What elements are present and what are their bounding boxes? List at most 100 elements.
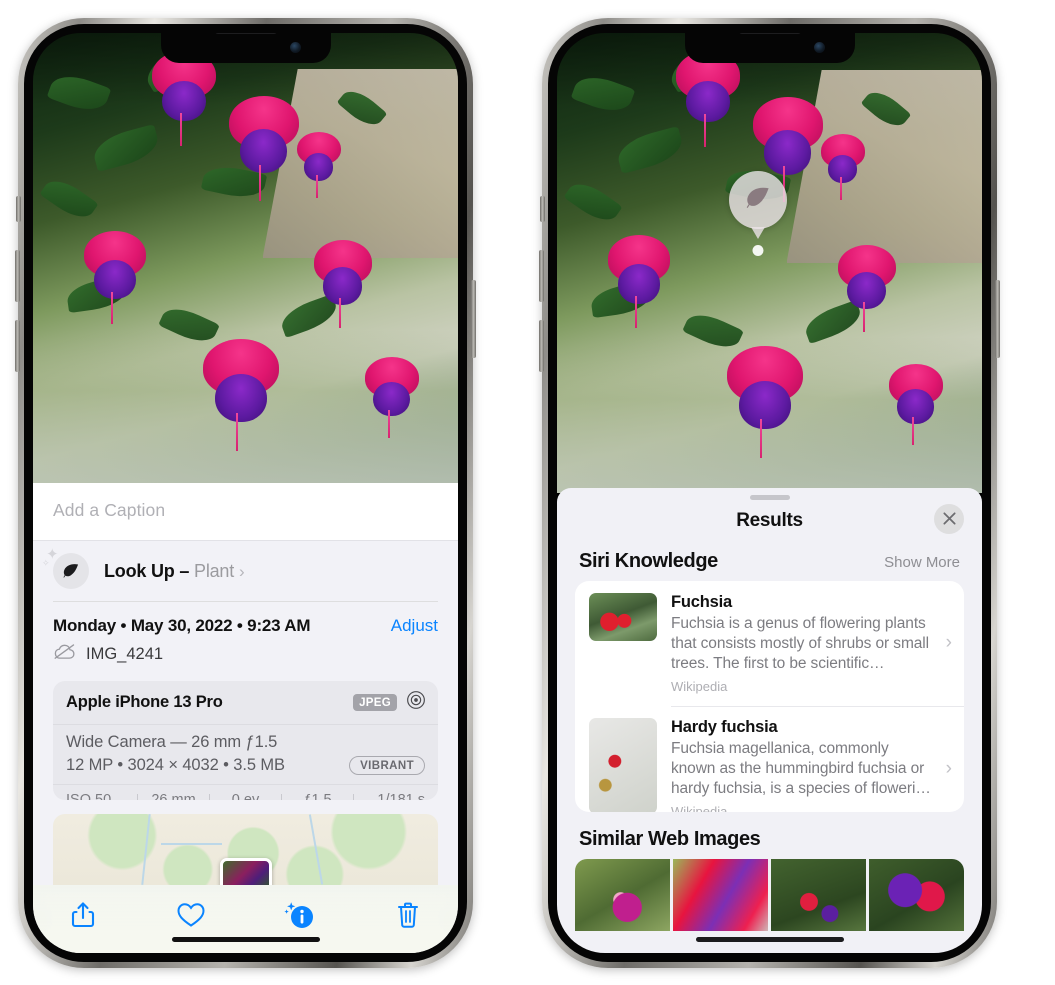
caption-input-row[interactable]: Add a Caption	[33, 483, 458, 541]
photo-viewer[interactable]	[557, 33, 982, 493]
front-camera-icon	[289, 42, 301, 53]
photo-flower	[364, 357, 419, 438]
sparkle-small-icon: ✧	[42, 558, 50, 568]
section-title-similar-web-images: Similar Web Images	[579, 828, 761, 851]
result-thumbnail	[589, 718, 657, 813]
result-description: Fuchsia magellanica, commonly known as t…	[671, 740, 931, 798]
exif-shutter-speed: 1/181 s	[377, 792, 425, 801]
web-image-thumb[interactable]	[673, 859, 768, 931]
photo-flower	[84, 231, 146, 324]
camera-device-name: Apple iPhone 13 Pro	[66, 693, 223, 711]
home-indicator[interactable]	[695, 937, 844, 942]
volume-up-button[interactable]	[539, 250, 544, 302]
photo-date: Monday • May 30, 2022 • 9:23 AM	[53, 616, 311, 635]
show-more-button[interactable]: Show More	[884, 554, 960, 571]
icloud-slash-icon	[53, 643, 76, 665]
leaf-icon	[53, 553, 89, 589]
screenshot-stage: Add a Caption ✦ ✧ Look Up – Plant › Mond…	[0, 0, 1055, 985]
delete-button[interactable]	[392, 899, 424, 931]
volume-down-button[interactable]	[15, 320, 20, 372]
result-source: Wikipedia	[671, 679, 728, 695]
front-camera-icon	[813, 42, 825, 53]
volume-up-button[interactable]	[15, 250, 20, 302]
photo-metadata-block: Monday • May 30, 2022 • 9:23 AM Adjust I…	[33, 602, 458, 677]
list-item[interactable]: Fuchsia Fuchsia is a genus of flowering …	[575, 581, 964, 706]
photo-flower	[203, 339, 279, 452]
home-indicator[interactable]	[171, 937, 320, 942]
volume-down-button[interactable]	[539, 320, 544, 372]
chevron-right-icon: ›	[945, 757, 952, 779]
badge-anchor-dot	[752, 245, 764, 256]
silent-switch[interactable]	[16, 196, 21, 222]
chevron-right-icon: ›	[945, 632, 952, 654]
exif-focal-length: 26 mm	[151, 792, 196, 801]
exif-exposure-value: 0 ev	[231, 792, 260, 801]
photo-flower	[727, 345, 803, 459]
web-image-thumb[interactable]	[771, 859, 866, 931]
result-thumbnail	[589, 592, 657, 641]
close-icon	[942, 512, 956, 525]
exif-aperture: ƒ1.5	[303, 792, 332, 801]
look-up-subject: Plant	[194, 560, 235, 581]
leaf-icon	[743, 183, 773, 218]
visual-lookup-badge[interactable]	[729, 171, 787, 256]
camera-info-card[interactable]: Apple iPhone 13 Pro JPEG Wide Camera — 2…	[53, 681, 438, 801]
photo-flower	[837, 244, 896, 333]
right-phone-device: Results Siri Knowledge Show More Fuchsia…	[539, 18, 1000, 968]
power-button[interactable]	[471, 280, 476, 358]
siri-knowledge-header: Siri Knowledge Show More	[557, 546, 982, 581]
results-header: Results	[557, 500, 982, 546]
photo-toolbar	[33, 885, 458, 937]
adjust-date-button[interactable]: Adjust	[391, 616, 438, 636]
result-description: Fuchsia is a genus of flowering plants t…	[671, 614, 929, 672]
map-road	[308, 814, 323, 885]
photo-location-pin[interactable]	[219, 858, 272, 885]
camera-card-header: Apple iPhone 13 Pro JPEG	[53, 681, 438, 725]
earpiece-speaker	[738, 33, 801, 34]
section-title-siri-knowledge: Siri Knowledge	[579, 549, 718, 572]
photo-viewer[interactable]	[33, 33, 458, 483]
close-button[interactable]	[934, 503, 964, 534]
photo-flower	[313, 240, 372, 328]
home-indicator-area	[557, 931, 982, 953]
exif-row: ISO 50 26 mm 0 ev ƒ1.5 1/181 s	[53, 785, 438, 801]
photo-flower	[676, 51, 740, 147]
badge-pointer	[751, 227, 765, 239]
list-item[interactable]: Hardy fuchsia Fuchsia magellanica, commo…	[575, 706, 964, 813]
home-indicator-area	[33, 937, 458, 953]
info-button[interactable]	[284, 899, 316, 931]
map-road	[160, 842, 223, 845]
photo-location-map[interactable]	[53, 814, 438, 885]
aperture-icon	[406, 690, 426, 715]
camera-lens-info: Wide Camera — 26 mm ƒ1.5	[66, 733, 278, 751]
look-up-badge: ✦ ✧	[42, 547, 89, 589]
photo-flower	[888, 364, 943, 445]
left-phone-screen: Add a Caption ✦ ✧ Look Up – Plant › Mond…	[33, 33, 458, 953]
power-button[interactable]	[995, 280, 1000, 358]
photographic-style-badge: VIBRANT	[349, 756, 425, 775]
format-badge: JPEG	[353, 694, 397, 711]
photo-flower	[228, 96, 299, 201]
look-up-title: Look Up	[104, 560, 175, 581]
photo-filename: IMG_4241	[86, 644, 164, 663]
result-title: Hardy fuchsia	[671, 718, 778, 737]
result-title: Fuchsia	[671, 592, 732, 611]
web-image-thumb[interactable]	[575, 859, 670, 931]
photo-flower	[296, 132, 341, 198]
look-up-row[interactable]: ✦ ✧ Look Up – Plant ›	[33, 541, 458, 602]
favorite-button[interactable]	[175, 899, 207, 931]
device-notch	[684, 33, 855, 63]
device-notch	[160, 33, 331, 63]
result-source: Wikipedia	[671, 804, 728, 813]
left-phone-device: Add a Caption ✦ ✧ Look Up – Plant › Mond…	[15, 18, 476, 968]
caption-placeholder[interactable]: Add a Caption	[53, 500, 438, 521]
share-button[interactable]	[67, 899, 99, 931]
similar-web-images-row[interactable]	[575, 859, 964, 931]
earpiece-speaker	[214, 33, 277, 34]
web-image-thumb[interactable]	[869, 859, 964, 931]
photo-info-sheet: Add a Caption ✦ ✧ Look Up – Plant › Mond…	[33, 483, 458, 953]
silent-switch[interactable]	[540, 196, 545, 222]
chevron-right-icon: ›	[239, 561, 245, 581]
look-up-label: Look Up – Plant ›	[104, 561, 245, 582]
camera-card-body: Wide Camera — 26 mm ƒ1.5 12 MP • 3024 × …	[53, 725, 438, 785]
